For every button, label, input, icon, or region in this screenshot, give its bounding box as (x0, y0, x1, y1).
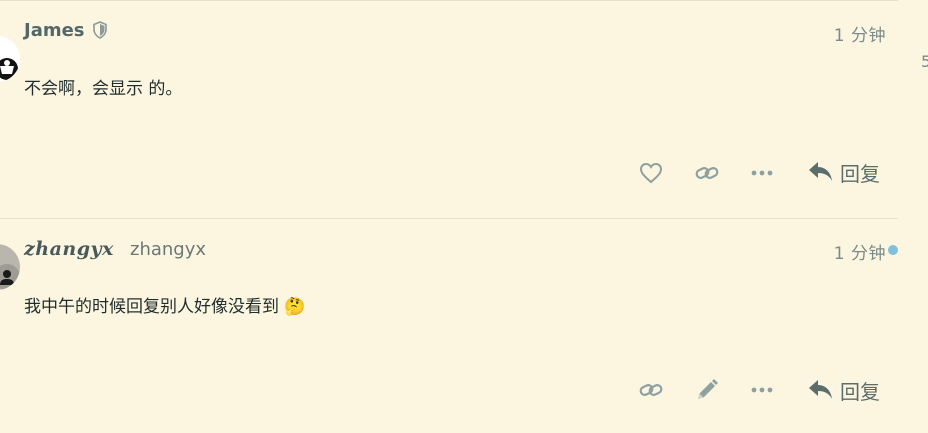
reply-button[interactable]: 回复 (808, 156, 880, 188)
post-zhangyx: zhangyx zhangyx 1 分钟 我中午的时候回复别人好像没看到 🤔 回… (0, 219, 898, 433)
avatar-image (0, 58, 18, 80)
avatar-image (0, 264, 20, 290)
edit-button[interactable] (692, 375, 722, 405)
moderator-shield-icon (92, 21, 108, 43)
copy-link-button[interactable] (692, 158, 722, 188)
heart-icon (639, 162, 663, 184)
reply-label: 回复 (840, 379, 880, 404)
username[interactable]: James (24, 20, 85, 41)
post-body: 不会啊，会显示 的。 (24, 79, 183, 99)
ellipsis-icon (751, 387, 773, 393)
reply-arrow-icon (809, 380, 832, 399)
avatar[interactable] (0, 36, 20, 82)
post-time[interactable]: 1 分钟 (834, 239, 886, 264)
edge-number: 5 (921, 52, 928, 71)
reply-arrow-icon (809, 162, 832, 181)
post-body: 我中午的时候回复别人好像没看到 🤔 (24, 297, 306, 317)
unread-indicator (888, 245, 898, 255)
post-james: James 1 分钟 不会啊，会显示 的。 回复 (0, 0, 898, 218)
link-icon (695, 167, 719, 179)
reply-button[interactable]: 回复 (808, 374, 880, 406)
copy-link-button[interactable] (636, 375, 666, 405)
more-actions-button[interactable] (748, 158, 776, 188)
ellipsis-icon (751, 170, 773, 176)
more-actions-button[interactable] (748, 375, 776, 405)
reply-label: 回复 (840, 161, 880, 186)
link-icon (639, 384, 663, 396)
pencil-icon (698, 379, 718, 399)
post-time[interactable]: 1 分钟 (834, 21, 886, 46)
full-name[interactable]: zhangyx (130, 239, 206, 260)
username[interactable]: zhangyx (24, 238, 114, 260)
like-button[interactable] (636, 158, 666, 188)
avatar[interactable] (0, 244, 20, 290)
